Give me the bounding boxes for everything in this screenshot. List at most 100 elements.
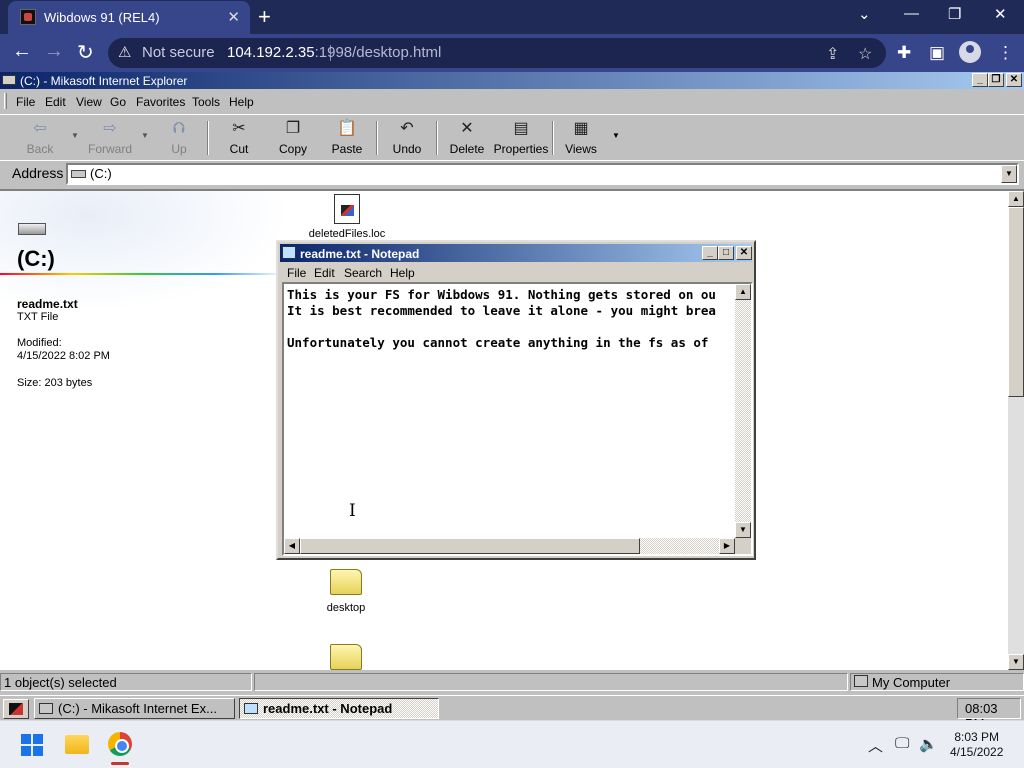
scroll-up-icon[interactable]: ▲ (735, 284, 751, 300)
forward-dropdown-icon[interactable]: ▼ (141, 131, 149, 140)
notepad-menu-help[interactable]: Help (390, 266, 415, 280)
forward-arrow-icon[interactable]: → (44, 40, 64, 63)
clipboard-icon: 📋 (337, 120, 357, 137)
toolbar-separator (552, 121, 554, 155)
close-window-icon[interactable]: ✕ (994, 5, 1007, 23)
volume-icon[interactable]: 🔈 (919, 735, 938, 753)
address-bar[interactable]: ⚠ Not secure 104.192.2.35:1998/desktop.h… (108, 38, 886, 68)
explorer-close-button[interactable]: ✕ (1006, 73, 1022, 87)
undo-icon: ↶ (400, 120, 414, 137)
start-button[interactable] (3, 699, 29, 719)
close-tab-icon[interactable]: ✕ (227, 8, 240, 26)
back-dropdown-icon[interactable]: ▼ (71, 131, 79, 140)
notepad-menu-search[interactable]: Search (344, 266, 382, 280)
notepad-horizontal-scrollbar[interactable]: ◀ ▶ (284, 538, 735, 554)
address-dropdown-icon[interactable]: ▼ (1001, 165, 1017, 183)
notepad-menu-edit[interactable]: Edit (314, 266, 335, 280)
menu-tools[interactable]: Tools (192, 95, 220, 109)
notepad-content: This is your FS for Wibdows 91. Nothing … (287, 287, 716, 350)
scroll-left-icon[interactable]: ◀ (284, 538, 300, 554)
url-path: :1998/desktop.html (314, 44, 442, 61)
security-label[interactable]: Not secure (142, 44, 215, 61)
menu-favorites[interactable]: Favorites (136, 95, 185, 109)
new-tab-button[interactable]: + (258, 4, 271, 30)
menu-edit[interactable]: Edit (45, 95, 66, 109)
undo-label: Undo (392, 142, 422, 156)
notepad-titlebar[interactable]: readme.txt - Notepad _ □ ✕ (280, 244, 752, 262)
toolbar-separator (436, 121, 438, 155)
scroll-up-icon[interactable]: ▲ (1008, 191, 1024, 207)
menu-help[interactable]: Help (229, 95, 254, 109)
taskbar-button-notepad[interactable]: readme.txt - Notepad (239, 698, 439, 719)
reload-icon[interactable]: ↻ (77, 40, 94, 65)
scroll-thumb[interactable] (1008, 207, 1024, 397)
selected-file-type: TXT File (17, 311, 59, 323)
copy-icon: ❐ (285, 120, 301, 137)
start-logo-icon (9, 703, 23, 715)
windows-start-icon[interactable] (21, 734, 43, 756)
notepad-maximize-button[interactable]: □ (718, 246, 734, 260)
file-explorer-icon[interactable] (65, 735, 89, 754)
back-arrow-icon[interactable]: ← (12, 40, 32, 63)
folder-heading: (C:) (17, 246, 55, 271)
taskbar-button-label: (C:) - Mikasoft Internet Ex... (58, 701, 217, 716)
scroll-thumb[interactable] (300, 538, 640, 554)
up-button[interactable]: ⮉ Up (164, 119, 194, 156)
folder-item-desktop[interactable]: desktop (301, 569, 391, 614)
more-menu-icon[interactable]: ⋮ (997, 43, 1014, 63)
forward-button[interactable]: ⇨ Forward (86, 119, 134, 156)
menu-view[interactable]: View (76, 95, 102, 109)
folder-icon (330, 569, 362, 595)
bookmark-star-icon[interactable]: ☆ (858, 44, 872, 64)
text-cursor-icon: I (349, 501, 356, 521)
browser-tab[interactable]: Wibdows 91 (REL4) ✕ (8, 1, 250, 34)
notepad-title: readme.txt - Notepad (300, 247, 420, 261)
explorer-restore-button[interactable]: ❐ (988, 73, 1004, 87)
menu-go[interactable]: Go (110, 95, 126, 109)
views-button[interactable]: ▦ Views (562, 119, 600, 156)
chevron-up-icon[interactable]: ︿ (868, 735, 883, 756)
back-button[interactable]: ⇦ Back (22, 119, 58, 156)
share-icon[interactable]: ⇪ (826, 44, 839, 64)
explorer-vertical-scrollbar[interactable]: ▲ ▼ (1008, 191, 1024, 670)
scroll-right-icon[interactable]: ▶ (719, 538, 735, 554)
address-label: Address (12, 165, 64, 181)
side-panel-icon[interactable]: ▣ (929, 43, 945, 63)
notepad-close-button[interactable]: ✕ (736, 246, 752, 260)
folder-item[interactable] (301, 644, 391, 670)
os-clock[interactable]: 8:03 PM 4/15/2022 (950, 730, 1003, 760)
status-zone-text: My Computer (872, 675, 951, 690)
menu-file[interactable]: File (16, 95, 35, 109)
profile-avatar-icon[interactable] (959, 41, 981, 63)
paste-button[interactable]: 📋 Paste (328, 119, 366, 156)
forward-arrow-icon: ⇨ (103, 120, 117, 137)
notepad-vertical-scrollbar[interactable]: ▲ ▼ (735, 284, 751, 538)
properties-button[interactable]: ▤ Properties (492, 119, 550, 156)
delete-button[interactable]: ✕ Delete (448, 119, 486, 156)
up-label: Up (171, 142, 187, 156)
network-icon[interactable]: 🖵 (895, 735, 909, 752)
copy-button[interactable]: ❐ Copy (274, 119, 312, 156)
file-item-deletedfiles[interactable]: deletedFiles.loc (302, 194, 392, 240)
address-input[interactable]: (C:) ▼ (66, 163, 1019, 185)
minimize-window-icon[interactable]: — (904, 5, 919, 22)
scroll-down-icon[interactable]: ▼ (1008, 654, 1024, 670)
tab-title: Wibdows 91 (REL4) (44, 10, 160, 25)
explorer-titlebar[interactable]: (C:) - Mikasoft Internet Explorer _ ❐ ✕ (0, 72, 1024, 89)
paste-label: Paste (331, 142, 363, 156)
scroll-down-icon[interactable]: ▼ (735, 522, 751, 538)
tab-search-icon[interactable]: ⌄ (858, 5, 871, 23)
notepad-minimize-button[interactable]: _ (702, 246, 718, 260)
chrome-icon[interactable] (108, 732, 132, 756)
taskbar-button-explorer[interactable]: (C:) - Mikasoft Internet Ex... (34, 698, 235, 719)
notepad-menu-file[interactable]: File (287, 266, 306, 280)
extensions-puzzle-icon[interactable]: ✚ (897, 43, 911, 63)
explorer-minimize-button[interactable]: _ (972, 73, 988, 87)
cut-button[interactable]: ✂ Cut (222, 119, 256, 156)
restore-window-icon[interactable]: ❐ (948, 5, 961, 23)
explorer-menubar: File Edit View Go Favorites Tools Help (0, 91, 1024, 111)
undo-button[interactable]: ↶ Undo (389, 119, 425, 156)
views-dropdown-icon[interactable]: ▼ (612, 131, 620, 140)
address-value: (C:) (90, 166, 112, 181)
os-time: 8:03 PM (954, 730, 1000, 744)
